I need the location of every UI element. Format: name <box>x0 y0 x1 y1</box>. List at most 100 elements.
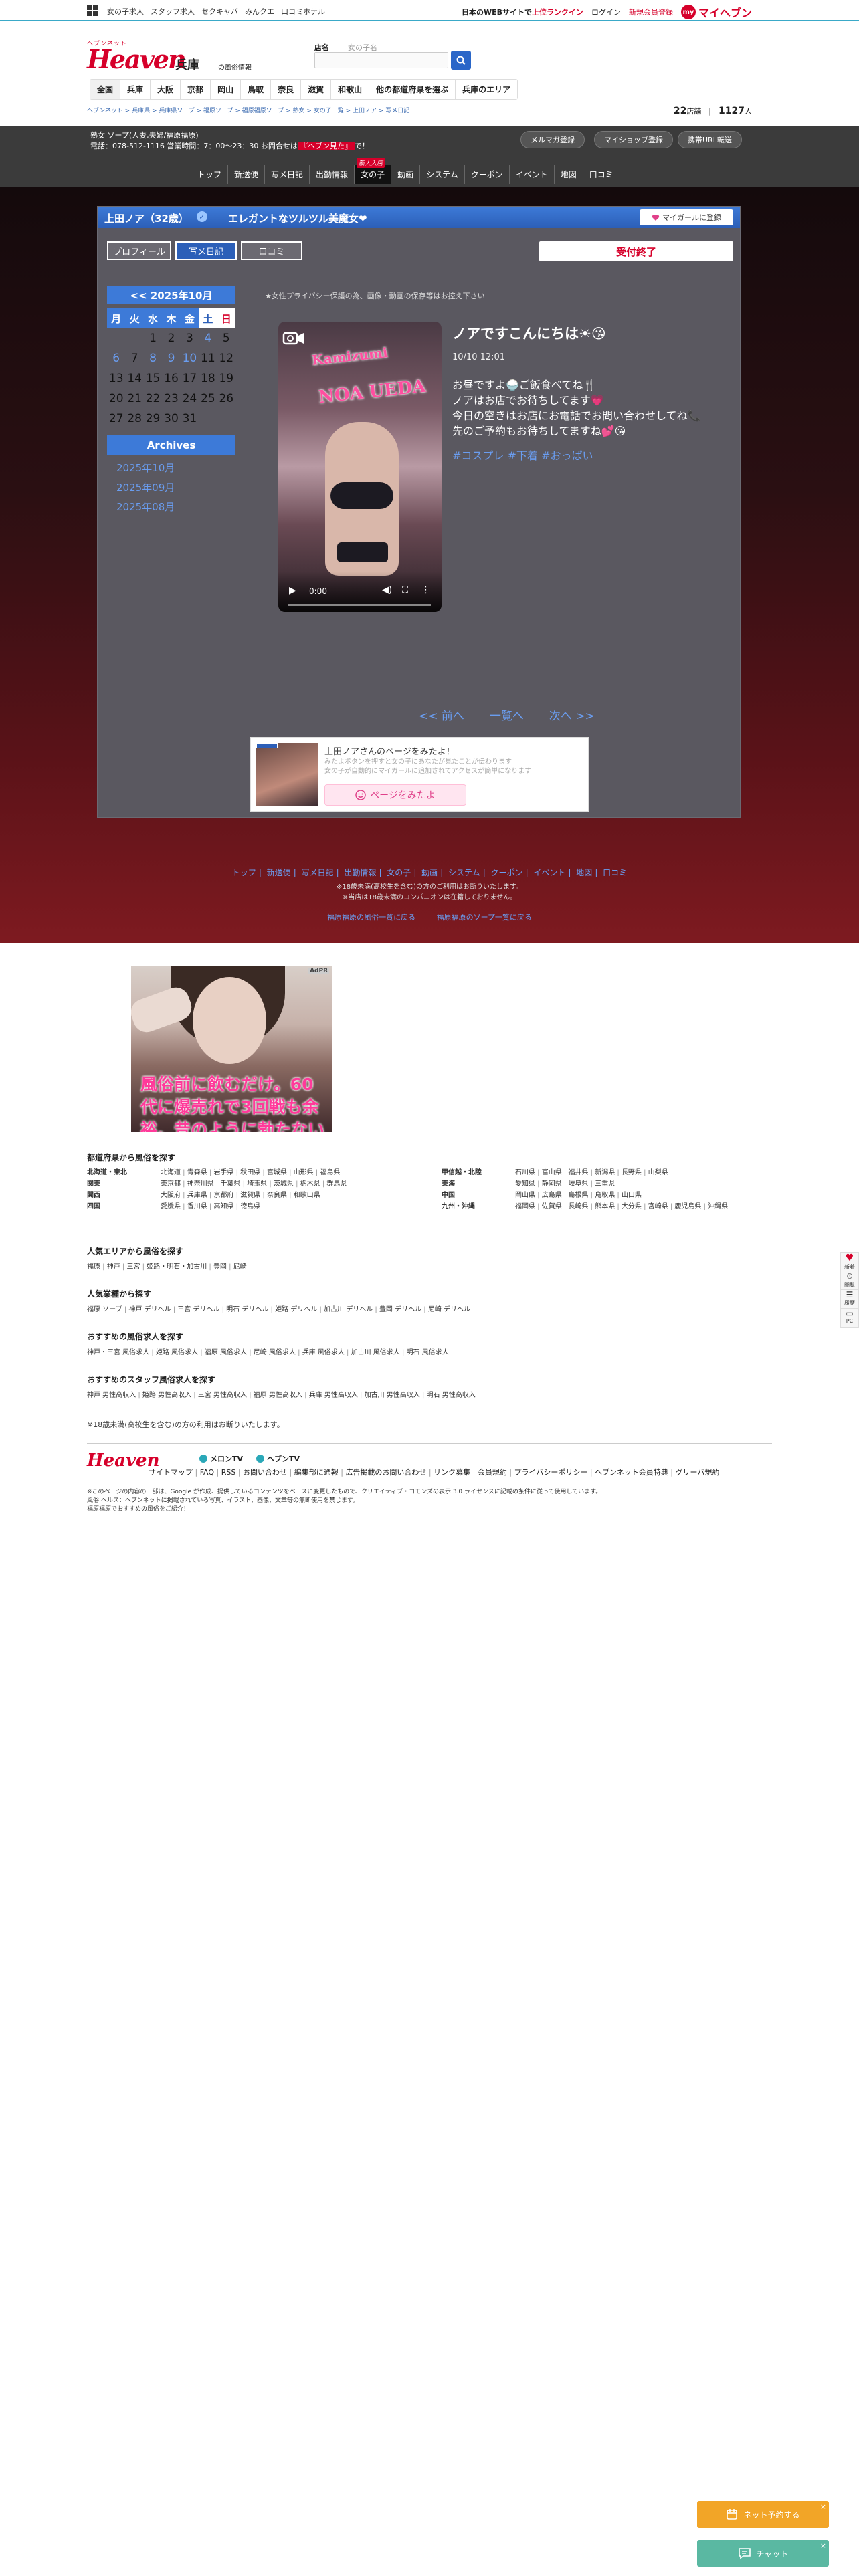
genre-link[interactable]: 明石 デリヘル <box>226 1306 275 1313</box>
play-icon[interactable]: ▶ <box>289 585 296 596</box>
genre-link[interactable]: 神戸 デリヘル <box>128 1306 177 1313</box>
calendar-header[interactable]: << 2025年10月 <box>107 286 235 304</box>
prefecture-link[interactable]: 東京都 <box>161 1180 187 1188</box>
grid-menu-icon[interactable] <box>87 5 98 16</box>
prefecture-link[interactable]: 長野県 <box>622 1169 648 1176</box>
prefecture-link[interactable]: 山梨県 <box>648 1169 668 1176</box>
prefecture-link[interactable]: 群馬県 <box>326 1180 347 1188</box>
search-label[interactable]: 店名 <box>314 42 329 53</box>
side-pc-button[interactable]: ▭ PC <box>841 1309 858 1327</box>
prefecture-link[interactable]: 滋賀県 <box>240 1192 267 1199</box>
footer-link[interactable]: RSS <box>221 1468 243 1477</box>
shop-menu-item[interactable]: イベント <box>510 165 555 184</box>
myheaven-link[interactable]: my マイヘブン <box>680 4 752 20</box>
prefecture-link[interactable]: 栃木県 <box>300 1180 327 1188</box>
prefecture-link[interactable]: 広島県 <box>542 1192 569 1199</box>
login-link[interactable]: ログイン <box>591 7 621 17</box>
prev-link[interactable]: << 前へ <box>419 706 464 723</box>
back-to-area-link[interactable]: 福原福原の風俗一覧に戻る <box>327 913 415 922</box>
shop-menu-item[interactable]: 出勤情報 <box>310 165 355 184</box>
close-icon[interactable]: × <box>820 2502 826 2511</box>
footer-menu-link[interactable]: 地図 <box>576 868 592 877</box>
shop-menu-item[interactable]: 新送便 <box>228 165 266 184</box>
top-link[interactable]: 口コミホテル <box>281 6 325 17</box>
fullscreen-icon[interactable]: ⛶ <box>402 585 408 595</box>
post-tag[interactable]: #下着 <box>508 449 538 462</box>
calendar-day[interactable]: 9 <box>162 348 180 368</box>
shop-menu-item[interactable]: トップ <box>191 165 229 184</box>
recruit-link[interactable]: 明石 風俗求人 <box>407 1349 449 1356</box>
pref-tab[interactable]: 和歌山 <box>331 80 370 99</box>
girl-thumbnail[interactable] <box>256 743 318 806</box>
footer-link[interactable]: リンク募集 <box>434 1468 478 1477</box>
staff-recruit-link[interactable]: 姫路 男性高収入 <box>142 1392 198 1399</box>
footer-menu-link[interactable]: 動画 <box>421 868 438 877</box>
recruit-link[interactable]: 姫路 風俗求人 <box>156 1349 205 1356</box>
genre-link[interactable]: 三宮 デリヘル <box>177 1306 226 1313</box>
pref-tab[interactable]: 岡山 <box>211 80 242 99</box>
search-type[interactable]: 女の子名 <box>348 42 377 53</box>
recruit-link[interactable]: 兵庫 風俗求人 <box>302 1349 351 1356</box>
calendar-day[interactable]: 10 <box>181 348 199 368</box>
prefecture-link[interactable]: 島根県 <box>568 1192 595 1199</box>
next-link[interactable]: 次へ >> <box>549 706 595 723</box>
area-link[interactable]: 尼崎 <box>233 1263 247 1271</box>
prefecture-link[interactable]: 佐賀県 <box>542 1203 569 1210</box>
genre-link[interactable]: 豊岡 デリヘル <box>379 1306 428 1313</box>
pref-tab[interactable]: 兵庫 <box>120 80 151 99</box>
footer-link[interactable]: プライバシーポリシー <box>514 1468 595 1477</box>
prefecture-link[interactable]: 秋田県 <box>240 1169 267 1176</box>
reception-closed-button[interactable]: 受付終了 <box>539 241 733 261</box>
breadcrumb[interactable]: ヘブンネット > 兵庫県 > 兵庫県ソープ > 福原ソープ > 福原福原ソープ … <box>87 106 409 114</box>
search-button[interactable] <box>451 51 471 70</box>
pref-tab[interactable]: 奈良 <box>271 80 302 99</box>
prefecture-link[interactable]: 岩手県 <box>213 1169 240 1176</box>
footer-link[interactable]: FAQ <box>200 1468 221 1477</box>
footer-menu-link[interactable]: トップ <box>232 868 256 877</box>
myshop-button[interactable]: マイショップ登録 <box>594 131 673 148</box>
more-icon[interactable]: ⋮ <box>421 585 430 595</box>
recruit-link[interactable]: 神戸・三宮 風俗求人 <box>87 1349 156 1356</box>
staff-recruit-link[interactable]: 神戸 男性高収入 <box>87 1392 142 1399</box>
close-icon[interactable]: × <box>820 2541 826 2550</box>
prefecture-link[interactable]: 鹿児島県 <box>674 1203 708 1210</box>
prefecture-link[interactable]: 和歌山県 <box>294 1192 320 1199</box>
prefecture-link[interactable]: 千葉県 <box>220 1180 247 1188</box>
area-link[interactable]: 神戸 <box>107 1263 127 1271</box>
side-new-button[interactable]: ♥ 新着 <box>841 1253 858 1271</box>
shop-menu-item[interactable]: 口コミ <box>583 165 619 184</box>
footer-link[interactable]: 広告掲載のお問い合わせ <box>345 1468 434 1477</box>
side-history-button[interactable]: ⏱ 閲覧 <box>841 1271 858 1290</box>
footer-link[interactable]: サイトマップ <box>149 1468 200 1477</box>
footer-link[interactable]: ヘブンネット会員特典 <box>595 1468 675 1477</box>
tab-diary[interactable]: 写メ日記 <box>175 241 237 260</box>
diary-video[interactable]: Kamizumi NOA UEDA ▶ 0:00 ◀) ⛶ ⋮ <box>278 322 442 612</box>
archive-link[interactable]: 2025年09月 <box>107 480 235 494</box>
post-tag[interactable]: #おっぱい <box>541 449 593 462</box>
recruit-link[interactable]: 福原 風俗求人 <box>205 1349 254 1356</box>
shop-menu-item[interactable]: 動画 <box>391 165 421 184</box>
volume-icon[interactable]: ◀) <box>382 585 392 595</box>
staff-recruit-link[interactable]: 福原 男性高収入 <box>254 1392 309 1399</box>
prefecture-link[interactable]: 愛知県 <box>515 1180 542 1188</box>
area-link[interactable]: 福原 <box>87 1263 107 1271</box>
recruit-link[interactable]: 尼崎 風俗求人 <box>254 1349 302 1356</box>
post-tag[interactable]: #コスプレ <box>452 449 504 462</box>
pref-tab[interactable]: 鳥取 <box>241 80 272 99</box>
shop-menu-item-active[interactable]: 新人入店 女の子 <box>355 158 392 184</box>
recruit-link[interactable]: 加古川 風俗求人 <box>351 1349 407 1356</box>
pref-tab[interactable]: 兵庫のエリア <box>456 80 518 99</box>
prefecture-link[interactable]: 静岡県 <box>542 1180 569 1188</box>
prefecture-link[interactable]: 岡山県 <box>515 1192 542 1199</box>
prefecture-link[interactable]: 愛媛県 <box>161 1203 187 1210</box>
prefecture-link[interactable]: 三重県 <box>595 1180 615 1188</box>
footer-menu-link[interactable]: イベント <box>533 868 565 877</box>
video-progress-bar[interactable] <box>288 604 431 606</box>
pref-tab[interactable]: 滋賀 <box>301 80 332 99</box>
area-link[interactable]: 姫路・明石・加古川 <box>147 1263 213 1271</box>
genre-link[interactable]: 尼崎 デリヘル <box>428 1306 470 1313</box>
prefecture-link[interactable]: 茨城県 <box>274 1180 300 1188</box>
prefecture-link[interactable]: 宮城県 <box>267 1169 294 1176</box>
advertisement[interactable]: AdPR 風俗前に飲むだけ。60代に爆売れで3回戦も余裕。昔のように勃たない理由… <box>131 966 332 1132</box>
prefecture-link[interactable]: 熊本県 <box>595 1203 622 1210</box>
